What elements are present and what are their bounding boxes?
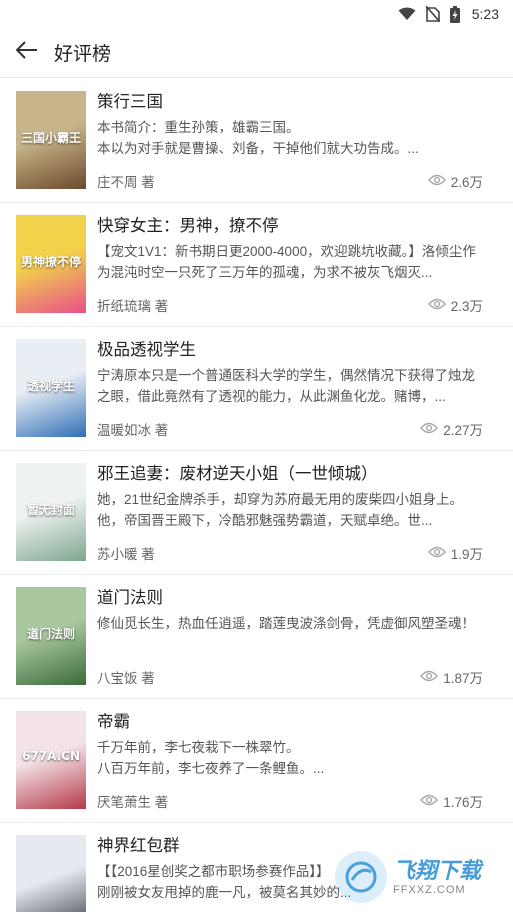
- wifi-icon: [398, 7, 416, 21]
- page-title: 好评榜: [54, 44, 112, 65]
- book-item[interactable]: 透视学生 极品透视学生宁涛原本只是一个普通医科大学的学生，偶然情况下获得了烛龙之眼…: [0, 327, 513, 451]
- book-cover: 暂无封面: [16, 463, 86, 561]
- eye-icon: [427, 174, 446, 189]
- cover-text: 男神撩不停: [20, 255, 81, 269]
- book-cover: 道门法则: [16, 587, 86, 685]
- book-title: 帝霸: [97, 713, 130, 731]
- book-description: 她，21世纪金牌杀手，却穿为苏府最无用的废柴四小姐身上。他，帝国晋王殿下，冷酷邪…: [97, 492, 464, 528]
- no-sim-icon: [425, 6, 440, 22]
- view-count: 1.87万: [443, 671, 483, 686]
- view-count: 1.9万: [450, 547, 483, 562]
- view-count: 2.6万: [450, 175, 483, 190]
- cover-text: 677A.CN: [22, 749, 80, 763]
- cover-text: 暂无封面: [26, 503, 75, 517]
- book-title: 极品透视学生: [97, 341, 196, 359]
- book-author: 厌笔萧生 著: [97, 795, 169, 810]
- book-description: 本书简介：重生孙策，雄霸三国。 本以为对手就是曹操、刘备，干掉他们就大功告成。.…: [97, 120, 419, 156]
- cover-text: 道门法则: [26, 627, 75, 641]
- cover-text: 透视学生: [26, 379, 75, 393]
- status-bar: 5:23: [0, 0, 513, 28]
- book-description: 【宠文1V1：新书期日更2000-4000，欢迎跳坑收藏。】洛倾尘作为混沌时空一…: [97, 244, 476, 280]
- eye-icon: [427, 298, 446, 313]
- view-count: 2.3万: [450, 299, 483, 314]
- book-author: 温暖如冰 著: [97, 423, 169, 438]
- book-title: 快穿女主：男神，撩不停: [97, 217, 279, 235]
- status-time: 5:23: [471, 6, 499, 22]
- book-cover: 男神撩不停: [16, 215, 86, 313]
- book-item[interactable]: 677A.CN 帝霸千万年前，李七夜栽下一株翠竹。 八百万年前，李七夜养了一条鲤鱼…: [0, 699, 513, 823]
- book-item[interactable]: 男神撩不停 快穿女主：男神，撩不停【宠文1V1：新书期日更2000-4000，欢迎…: [0, 203, 513, 327]
- eye-icon: [420, 670, 439, 685]
- view-count: 2.27万: [443, 423, 483, 438]
- book-cover: 三国小霸王: [16, 91, 86, 189]
- book-cover: [16, 835, 86, 912]
- watermark-logo: [335, 851, 387, 903]
- book-author: 八宝饭 著: [97, 671, 155, 686]
- eye-icon: [420, 422, 439, 437]
- book-item[interactable]: 三国小霸王 策行三国本书简介：重生孙策，雄霸三国。 本以为对手就是曹操、刘备，干掉…: [0, 79, 513, 203]
- book-item[interactable]: 道门法则 道门法则 修仙觅长生，热血任逍遥，踏莲曳波涤剑骨，凭虚御风塑圣魂！ 八宝饭 …: [0, 575, 513, 699]
- book-author: 庄不周 著: [97, 175, 155, 190]
- book-author: 折纸琉璃 著: [97, 299, 169, 314]
- book-title: 邪王追妻：废材逆天小姐（一世倾城）: [97, 465, 378, 483]
- eye-icon: [420, 794, 439, 809]
- book-list[interactable]: 三国小霸王 策行三国本书简介：重生孙策，雄霸三国。 本以为对手就是曹操、刘备，干掉…: [0, 79, 513, 912]
- book-cover: 透视学生: [16, 339, 86, 437]
- book-cover: 677A.CN: [16, 711, 86, 809]
- cover-text: 三国小霸王: [20, 131, 81, 145]
- arrow-left-icon: [15, 41, 38, 64]
- watermark-title: 飞翔下载: [393, 858, 482, 883]
- app-bar: 好评榜: [0, 28, 513, 78]
- battery-charging-icon: [449, 5, 460, 23]
- site-watermark: 飞翔下载 FFXXZ.COM: [335, 846, 505, 908]
- back-button[interactable]: [0, 28, 54, 78]
- watermark-sub: FFXXZ.COM: [393, 884, 466, 896]
- eye-icon: [427, 546, 446, 561]
- book-title: 策行三国: [97, 93, 163, 111]
- view-count: 1.76万: [443, 795, 483, 810]
- book-description: 千万年前，李七夜栽下一株翠竹。 八百万年前，李七夜养了一条鲤鱼。...: [97, 740, 325, 776]
- book-author: 苏小暖 著: [97, 547, 155, 562]
- book-description: 宁涛原本只是一个普通医科大学的学生，偶然情况下获得了烛龙之眼，借此竟然有了透视的…: [97, 368, 475, 404]
- book-item[interactable]: 暂无封面 邪王追妻：废材逆天小姐（一世倾城） 她，21世纪金牌杀手，却穿为苏府最无用…: [0, 451, 513, 575]
- book-description: 修仙觅长生，热血任逍遥，踏莲曳波涤剑骨，凭虚御风塑圣魂！: [97, 616, 475, 631]
- book-title: 道门法则: [97, 589, 163, 607]
